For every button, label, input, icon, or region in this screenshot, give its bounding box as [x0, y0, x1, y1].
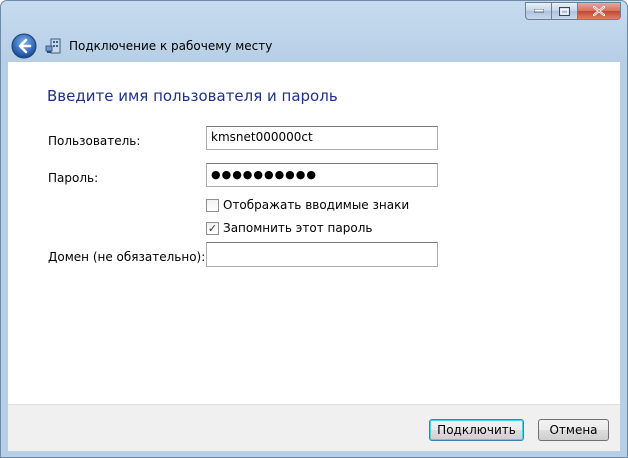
- close-icon: [593, 6, 605, 16]
- navigation-bar: Подключение к рабочему месту: [1, 31, 627, 62]
- title-bar[interactable]: [1, 1, 627, 31]
- minimize-icon: [533, 9, 544, 13]
- dialog-footer: Подключить Отмена: [8, 404, 620, 451]
- domain-label: Домен (не обязательно):: [48, 250, 206, 264]
- maximize-button[interactable]: [552, 2, 578, 20]
- dialog-content: Введите имя пользователя и пароль Пользо…: [8, 62, 620, 404]
- username-label: Пользователь:: [48, 134, 141, 148]
- domain-field[interactable]: [206, 242, 438, 267]
- show-chars-label: Отображать вводимые знаки: [223, 198, 410, 212]
- remember-password-label: Запомнить этот пароль: [223, 221, 373, 235]
- cancel-button[interactable]: Отмена: [538, 419, 609, 441]
- remember-password-checkbox[interactable]: ✓ Запомнить этот пароль: [206, 221, 372, 235]
- page-title: Введите имя пользователя и пароль: [47, 87, 338, 105]
- show-chars-checkbox[interactable]: Отображать вводимые знаки: [206, 198, 409, 212]
- username-field[interactable]: kmsnet000000ct: [206, 126, 438, 150]
- password-label: Пароль:: [48, 171, 99, 185]
- minimize-button[interactable]: [525, 2, 552, 20]
- maximize-icon: [559, 6, 570, 16]
- checkbox-box[interactable]: [206, 198, 219, 212]
- checkmark-icon[interactable]: ✓: [206, 221, 219, 235]
- close-button[interactable]: [578, 2, 621, 20]
- dialog-window: Подключение к рабочему месту Введите имя…: [0, 0, 628, 458]
- workplace-connection-icon: [45, 37, 63, 55]
- connect-button[interactable]: Подключить: [429, 419, 524, 441]
- caption-buttons: [525, 2, 621, 20]
- back-button[interactable]: [11, 33, 37, 59]
- password-field[interactable]: ●●●●●●●●●●: [206, 163, 438, 187]
- window-title: Подключение к рабочему месту: [69, 39, 273, 53]
- back-arrow-icon: [11, 33, 37, 59]
